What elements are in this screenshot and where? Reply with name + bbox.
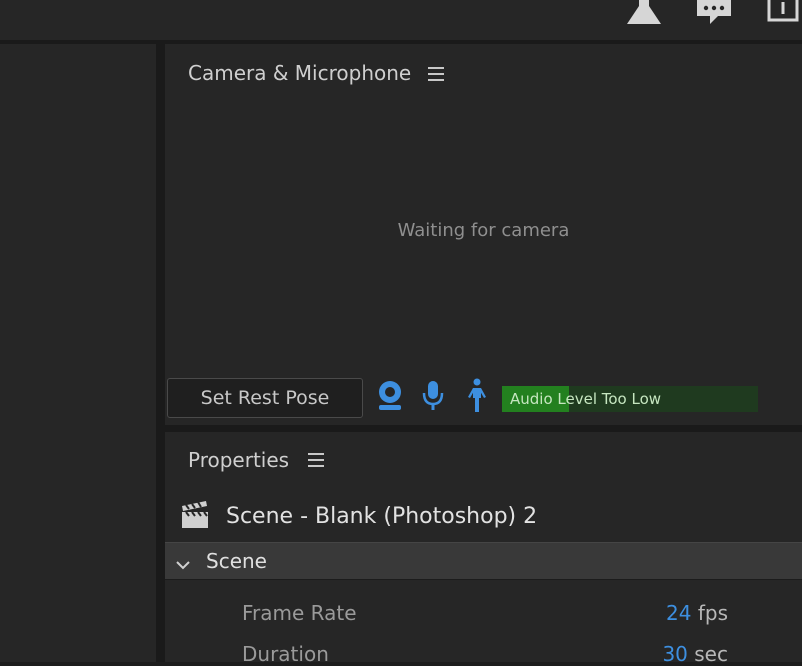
frame-rate-number[interactable]: 24	[666, 601, 691, 625]
chevron-down-icon[interactable]	[176, 555, 190, 570]
camera-status-text: Waiting for camera	[397, 220, 570, 241]
clapperboard-icon	[180, 500, 210, 530]
left-panel	[0, 44, 156, 662]
audio-level-label: Audio Level Too Low	[510, 390, 662, 408]
duration-number[interactable]: 30	[662, 642, 687, 666]
flask-icon[interactable]	[626, 0, 662, 26]
webcam-icon[interactable]	[377, 380, 403, 412]
frame-rate-unit: fps	[697, 601, 728, 625]
camera-panel-menu-icon[interactable]	[428, 67, 444, 81]
frame-rate-label: Frame Rate	[242, 601, 357, 625]
frame-rate-value[interactable]: 24 fps	[666, 601, 728, 625]
scene-section-label: Scene	[206, 549, 267, 573]
set-rest-pose-button[interactable]: Set Rest Pose	[167, 378, 363, 418]
audio-level-meter: Audio Level Too Low	[502, 386, 758, 412]
share-icon[interactable]	[766, 0, 800, 24]
properties-panel-menu-icon[interactable]	[308, 453, 324, 467]
scene-section-header[interactable]: Scene	[165, 542, 802, 580]
microphone-icon[interactable]	[422, 380, 444, 412]
top-toolbar	[0, 0, 802, 40]
duration-label: Duration	[242, 642, 329, 666]
chat-icon[interactable]	[696, 0, 732, 26]
duration-unit: sec	[694, 642, 728, 666]
camera-panel-title: Camera & Microphone	[188, 61, 412, 85]
panel-splitter-horizontal[interactable]	[165, 425, 802, 432]
body-tracking-icon[interactable]	[466, 378, 488, 414]
properties-panel-title: Properties	[188, 448, 290, 472]
duration-value[interactable]: 30 sec	[662, 642, 728, 666]
properties-panel: Properties Scene - Blank (Photoshop) 2 S…	[165, 432, 802, 666]
camera-microphone-panel: Camera & Microphone Waiting for camera S…	[165, 44, 802, 425]
scene-name: Scene - Blank (Photoshop) 2	[226, 504, 538, 529]
panel-splitter[interactable]	[156, 44, 165, 662]
